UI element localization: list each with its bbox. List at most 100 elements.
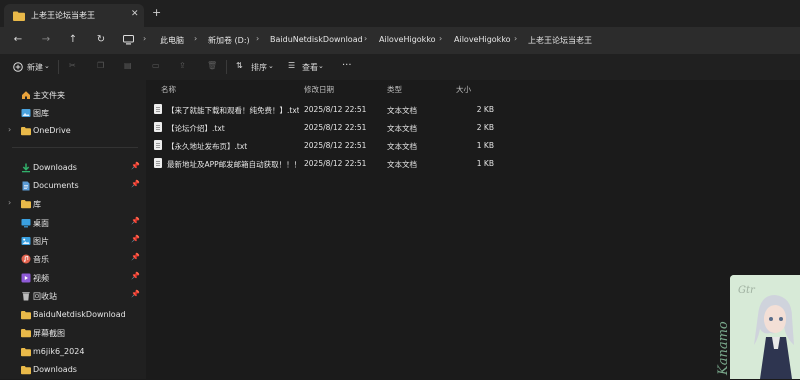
sidebar-item-label: Downloads — [33, 163, 77, 172]
art-signature: Kanamo — [716, 321, 730, 376]
sidebar-item-documents[interactable]: Documents 📌 — [0, 178, 146, 196]
text-file-icon — [154, 140, 162, 150]
text-file-icon — [154, 122, 162, 132]
forward-button[interactable]: → — [38, 32, 54, 48]
sidebar-item-pictures[interactable]: 图片 📌 — [0, 233, 146, 251]
refresh-button[interactable]: ↻ — [93, 32, 109, 48]
chevron-right-icon[interactable]: › — [8, 198, 11, 207]
sidebar-item-gallery[interactable]: 图库 — [0, 105, 146, 123]
file-type: 文本文档 — [387, 124, 417, 133]
share-icon[interactable]: ⇪ — [179, 61, 186, 70]
copy-icon[interactable]: ❐ — [97, 61, 104, 70]
download-icon — [21, 163, 31, 173]
active-tab[interactable]: 上老王论坛当老王 ✕ — [4, 4, 144, 27]
column-header-modified[interactable]: 修改日期 — [304, 84, 334, 95]
breadcrumb-separator: › — [514, 34, 518, 43]
paste-icon[interactable]: ▤ — [124, 61, 132, 70]
sidebar-item-label: 主文件夹 — [33, 91, 65, 100]
up-button[interactable]: ↑ — [65, 32, 81, 48]
file-modified: 2025/8/12 22:51 — [304, 159, 367, 168]
sidebar-item-m6jik6[interactable]: m6jik6_2024 — [0, 344, 146, 362]
file-name: 【论坛介绍】.txt — [167, 124, 225, 133]
back-button[interactable]: ← — [10, 32, 26, 48]
command-bar: 新建 ⌄ ✂ ❐ ▤ ▭ ⇪ 🗑 ⇅ 排序 ⌄ ☰ 查看 ⌄ ··· — [0, 54, 800, 80]
breadcrumb-baidu[interactable]: BaiduNetdiskDownload — [270, 35, 363, 44]
table-row[interactable]: 【论坛介绍】.txt 2025/8/12 22:51 文本文档 2 KB — [146, 119, 800, 137]
breadcrumb-ailove-2[interactable]: AiloveHigokko — [454, 35, 511, 44]
rename-icon[interactable]: ▭ — [152, 61, 160, 70]
breadcrumb-this-pc[interactable]: 此电脑 — [160, 35, 184, 46]
divider — [12, 147, 138, 148]
chevron-down-icon: ⌄ — [44, 62, 50, 70]
sidebar-item-label: 回收站 — [33, 292, 57, 301]
breadcrumb-current[interactable]: 上老王论坛当老王 — [528, 35, 592, 46]
sidebar-item-recycle-bin[interactable]: 回收站 📌 — [0, 288, 146, 306]
more-options-button[interactable]: ··· — [342, 60, 352, 71]
video-icon — [21, 273, 31, 283]
desktop-icon — [21, 218, 31, 228]
pin-icon: 📌 — [131, 235, 140, 243]
sidebar-item-label: OneDrive — [33, 126, 71, 135]
folder-icon — [21, 199, 31, 209]
view-button[interactable]: 查看 — [302, 62, 318, 73]
svg-text:Kanamo: Kanamo — [716, 321, 730, 376]
new-button[interactable]: 新建 — [27, 62, 43, 73]
sidebar-item-desktop[interactable]: 桌面 📌 — [0, 215, 146, 233]
tab-strip: 上老王论坛当老王 ✕ + — [0, 0, 800, 27]
pin-icon: 📌 — [131, 217, 140, 225]
sidebar-item-baidu-netdisk[interactable]: BaiduNetdiskDownload — [0, 307, 146, 325]
sidebar-item-videos[interactable]: 视频 📌 — [0, 270, 146, 288]
sidebar-item-downloads-folder[interactable]: Downloads — [0, 362, 146, 380]
column-header-type[interactable]: 类型 — [387, 84, 402, 95]
sidebar-item-screenshots[interactable]: 屏幕截图 — [0, 325, 146, 343]
file-type: 文本文档 — [387, 142, 417, 151]
sidebar-item-label: 图库 — [33, 109, 49, 118]
address-bar[interactable]: › 此电脑 › 新加卷 (D:) › BaiduNetdiskDownload … — [117, 30, 800, 51]
file-size: 1 KB — [476, 141, 494, 150]
pin-icon: 📌 — [131, 253, 140, 261]
sidebar-item-label: 音乐 — [33, 255, 49, 264]
sidebar-item-label: Documents — [33, 181, 79, 190]
sidebar-item-label: 库 — [33, 200, 41, 209]
sidebar-item-downloads[interactable]: Downloads 📌 — [0, 160, 146, 178]
character-illustration: Gtr — [730, 275, 800, 379]
file-size: 2 KB — [476, 123, 494, 132]
sort-icon: ⇅ — [236, 61, 243, 70]
file-name: 【永久地址发布页】.txt — [167, 142, 248, 151]
close-tab-icon[interactable]: ✕ — [131, 9, 139, 19]
new-icon — [13, 62, 23, 72]
chevron-right-icon[interactable]: › — [8, 125, 11, 134]
breadcrumb-ailove-1[interactable]: AiloveHigokko — [379, 35, 436, 44]
gallery-icon — [21, 108, 31, 118]
view-icon: ☰ — [288, 61, 296, 70]
pin-icon: 📌 — [131, 180, 140, 188]
sidebar-item-label: 图片 — [33, 237, 49, 246]
sidebar-item-label: 视频 — [33, 274, 49, 283]
folder-icon — [21, 347, 31, 357]
address-row: ← → ↑ ↻ › 此电脑 › 新加卷 (D:) › BaiduNetdiskD… — [0, 27, 800, 54]
column-header-size[interactable]: 大小 — [456, 84, 471, 95]
new-tab-button[interactable]: + — [152, 6, 161, 19]
sidebar-item-label: m6jik6_2024 — [33, 347, 85, 356]
delete-icon[interactable]: 🗑 — [207, 61, 217, 70]
chevron-down-icon: ⌄ — [318, 62, 324, 70]
file-list: 名称 修改日期 类型 大小 【来了就能下载和观看！纯免费！】.txt 2025/… — [146, 80, 800, 379]
sort-button[interactable]: 排序 — [251, 62, 267, 73]
table-row[interactable]: 【永久地址发布页】.txt 2025/8/12 22:51 文本文档 1 KB — [146, 137, 800, 155]
sidebar-item-onedrive[interactable]: › OneDrive — [0, 123, 146, 141]
cut-icon[interactable]: ✂ — [69, 61, 76, 70]
sidebar-item-home[interactable]: 主文件夹 — [0, 87, 146, 105]
breadcrumb-drive-d[interactable]: 新加卷 (D:) — [208, 35, 250, 46]
folder-icon — [21, 310, 31, 320]
column-header-name[interactable]: 名称 — [161, 84, 176, 95]
table-row[interactable]: 最新地址及APP邮发邮箱自动获取！！！... 2025/8/12 22:51 文… — [146, 155, 800, 173]
pin-icon: 📌 — [131, 290, 140, 298]
folder-icon — [13, 11, 25, 21]
sidebar-item-music[interactable]: 音乐 📌 — [0, 251, 146, 269]
breadcrumb-separator: › — [143, 34, 147, 43]
breadcrumb-separator: › — [194, 34, 198, 43]
table-row[interactable]: 【来了就能下载和观看！纯免费！】.txt 2025/8/12 22:51 文本文… — [146, 101, 800, 119]
sidebar-item-library[interactable]: › 库 — [0, 196, 146, 214]
sidebar-item-label: BaiduNetdiskDownload — [33, 310, 126, 319]
recycle-bin-icon — [21, 291, 31, 301]
